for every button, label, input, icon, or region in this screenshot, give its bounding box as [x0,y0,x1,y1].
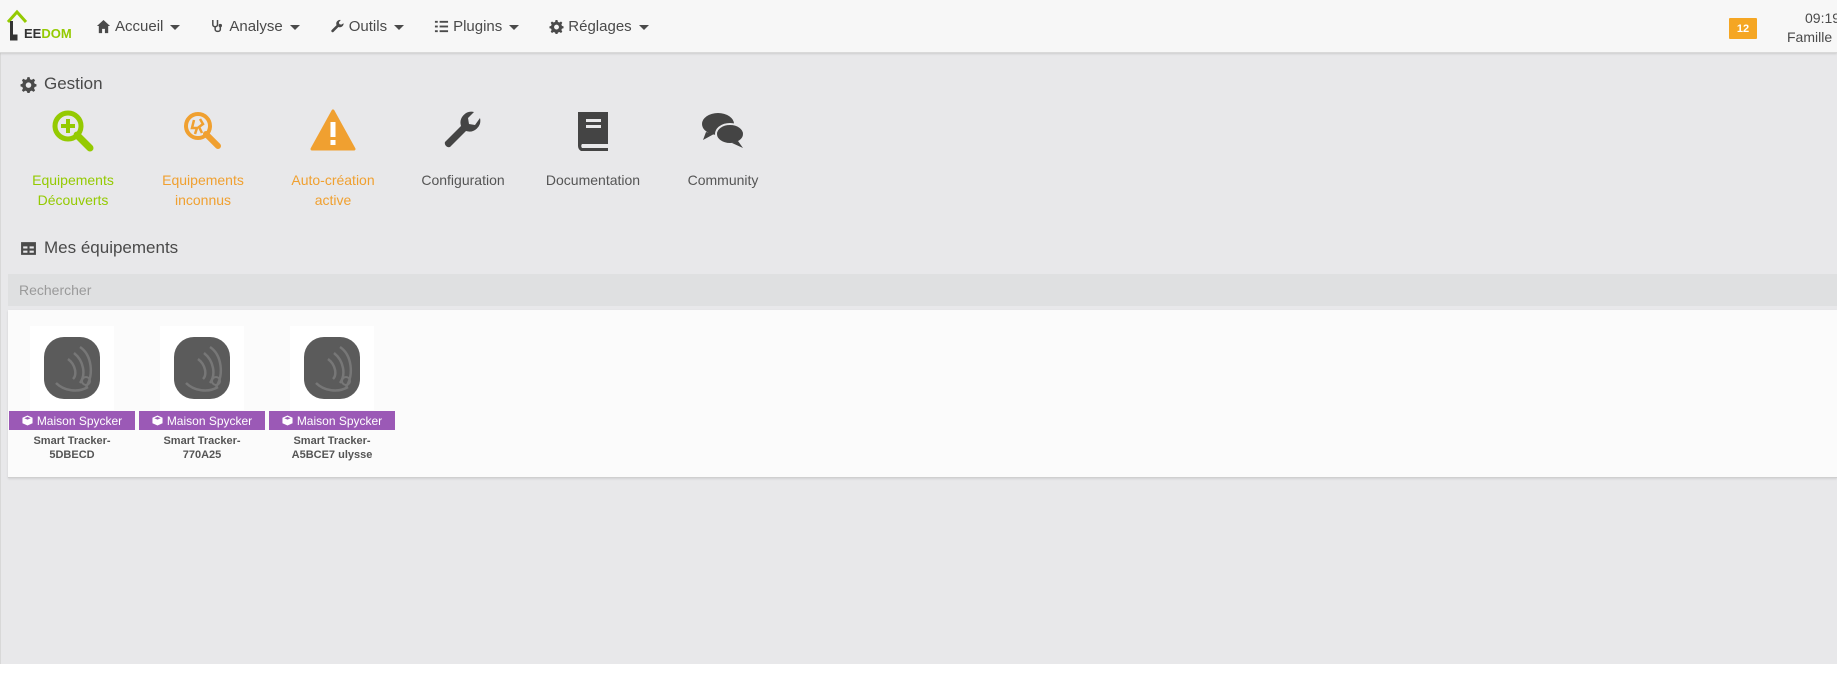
chevron-down-icon [509,25,520,30]
warning-icon [310,109,356,151]
tracker-device-icon [304,337,360,399]
tile-auto-creation[interactable]: Auto-création active [268,108,398,210]
tile-community[interactable]: Community [658,108,788,210]
gestion-tiles: Equipements Découverts Equipements inconnu… [8,108,788,210]
menu-outils[interactable]: Outils [330,18,405,35]
tile-label-line2: active [314,192,352,208]
menu-accueil-label: Accueil [115,18,164,35]
equipements-title-label: Mes équipements [44,238,179,257]
equipment-name: Smart Tracker- 5DBECD [9,434,135,462]
logo-text: EEDOM [24,26,72,41]
equipment-name: Smart Tracker- 770A25 [139,434,265,462]
menu-analyse-label: Analyse [229,18,283,35]
notification-badge[interactable]: 12 [1729,18,1757,39]
top-navbar: EEDOM Accueil Analyse Outils Plugins Rég… [0,0,1837,53]
equipment-name-line1: Smart Tracker- [293,435,371,447]
cube-icon [282,415,293,426]
tile-label-line2: Découverts [37,192,109,208]
equipment-name-line1: Smart Tracker- [33,435,111,447]
menu-analyse[interactable]: Analyse [210,18,300,35]
book-icon [578,112,608,151]
gestion-title: Gestion [20,74,103,94]
equipment-image [160,326,244,410]
equipment-image [290,326,374,410]
search-unknown-icon [184,112,221,149]
equipment-name-line2: 770A25 [182,449,222,461]
equipment-image [30,326,114,410]
tile-label-line1: Equipements [32,172,114,188]
equipment-list: Maison Spycker Smart Tracker- 5DBECD Mais… [8,310,1837,478]
equipment-card[interactable]: Maison Spycker Smart Tracker- 5DBECD [9,326,135,462]
clock-time: 09:19 [1805,10,1837,26]
tile-label-line1: Equipements [162,172,244,188]
object-tag-label: Maison Spycker [166,413,253,428]
menu-reglages-label: Réglages [568,18,632,35]
wrench-icon [444,111,481,148]
gear-icon [20,76,37,93]
chevron-down-icon [638,25,649,30]
logo-dom: DOM [41,26,72,41]
list-icon [435,20,449,33]
object-tag: Maison Spycker [269,411,395,430]
object-tag: Maison Spycker [139,411,265,430]
equipements-title: Mes équipements [20,238,178,258]
cube-icon [152,415,163,426]
equipment-name: Smart Tracker- A5BCE7 ulysse [269,434,395,462]
equipment-card[interactable]: Maison Spycker Smart Tracker- 770A25 [139,326,265,462]
tile-configuration[interactable]: Configuration [398,108,528,210]
tile-label-line1: Community [687,172,759,188]
equipment-name-line1: Smart Tracker- [163,435,241,447]
main-menu: Accueil Analyse Outils Plugins Réglages [96,0,679,53]
user-mode[interactable]: Famille [1787,29,1832,45]
cube-icon [22,415,33,426]
menu-accueil[interactable]: Accueil [96,18,181,35]
equipment-card[interactable]: Maison Spycker Smart Tracker- A5BCE7 ulys… [269,326,395,462]
object-tag-label: Maison Spycker [36,413,123,428]
gestion-title-label: Gestion [44,74,103,93]
tile-label-line1: Configuration [421,172,505,188]
tile-label-line2: inconnus [174,192,232,208]
object-tag-label: Maison Spycker [296,413,383,428]
page-footer-space [0,664,1837,694]
chevron-down-icon [170,25,181,30]
equipment-name-line2: 5DBECD [49,449,95,461]
tile-label-line1: Auto-création [291,172,375,188]
tracker-device-icon [44,337,100,399]
menu-reglages[interactable]: Réglages [549,18,649,35]
menu-plugins-label: Plugins [453,18,503,35]
jeedom-logo[interactable]: EEDOM [6,8,80,44]
stethoscope-icon [212,19,223,33]
tile-documentation[interactable]: Documentation [528,108,658,210]
tile-label-line1: Documentation [545,172,641,188]
comments-icon [702,113,745,148]
chevron-down-icon [394,25,405,30]
search-input[interactable] [8,274,1837,306]
tile-equipements-inconnus[interactable]: Equipements inconnus [138,108,268,210]
gear-icon [549,19,564,34]
table-icon [21,241,36,255]
logo-ee: EE [24,26,42,41]
tile-equipements-decouverts[interactable]: Equipements Découverts [8,108,138,210]
object-tag: Maison Spycker [9,411,135,430]
chevron-down-icon [289,25,300,30]
wrench-icon [331,19,344,33]
tracker-device-icon [174,337,230,399]
menu-plugins[interactable]: Plugins [434,18,520,35]
home-icon [96,19,111,34]
equipment-name-line2: A5BCE7 ulysse [291,449,373,461]
menu-outils-label: Outils [348,18,388,35]
search-plus-icon [52,110,94,152]
